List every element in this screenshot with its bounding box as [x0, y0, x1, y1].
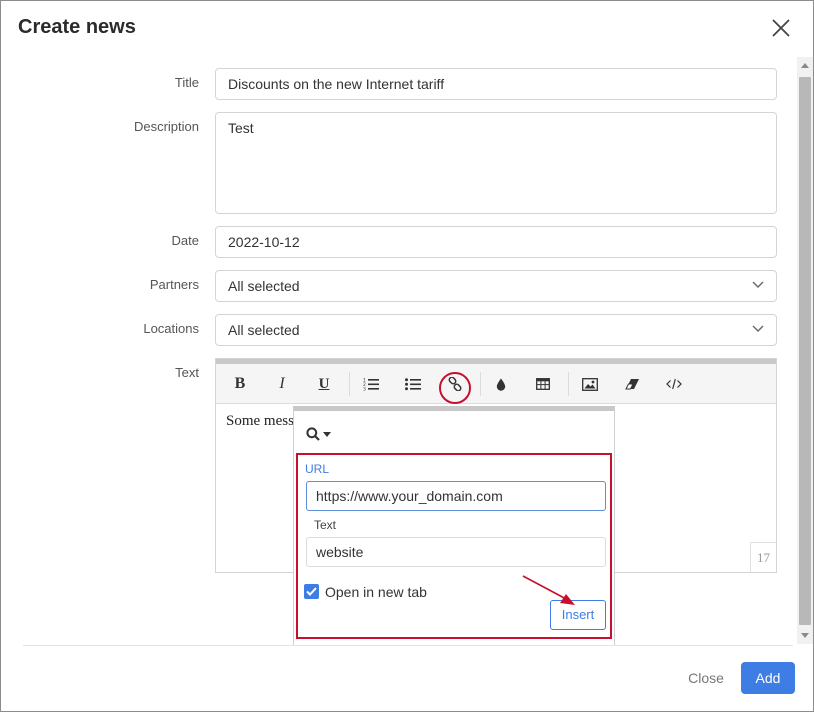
title-label: Title — [174, 75, 199, 90]
image-icon[interactable] — [578, 373, 602, 395]
editor-toolbar: B I U 123 — [216, 364, 776, 404]
description-textarea[interactable]: Test — [215, 112, 777, 214]
open-new-tab-checkbox[interactable] — [304, 584, 319, 599]
toolbar-divider — [349, 372, 350, 396]
bold-icon[interactable]: B — [228, 373, 252, 395]
link-search-dropdown[interactable] — [306, 427, 331, 441]
add-button[interactable]: Add — [741, 662, 795, 694]
title-input[interactable]: Discounts on the new Internet tariff — [215, 68, 777, 100]
partners-label: Partners — [149, 277, 199, 292]
locations-value: All selected — [228, 322, 300, 338]
partners-value: All selected — [228, 278, 300, 294]
svg-text:3: 3 — [363, 387, 366, 392]
dialog-title: Create news — [18, 16, 136, 38]
link-text-label: Text — [314, 518, 337, 532]
scrollbar[interactable] — [797, 57, 813, 644]
char-counter: 17 — [750, 542, 776, 572]
open-new-tab-label: Open in new tab — [325, 584, 427, 600]
insert-button[interactable]: Insert — [550, 600, 606, 630]
italic-icon[interactable]: I — [270, 373, 294, 395]
scroll-thumb[interactable] — [799, 77, 811, 625]
link-popup: URL https://www.your_domain.com Text web… — [293, 406, 615, 646]
close-button[interactable]: Close — [679, 662, 733, 694]
create-news-dialog: Create news Title Discounts on the new I… — [0, 0, 814, 712]
unordered-list-icon[interactable] — [401, 373, 425, 395]
link-text-input[interactable]: website — [306, 537, 606, 567]
ordered-list-icon[interactable]: 123 — [359, 373, 383, 395]
chevron-down-icon — [752, 325, 764, 332]
description-label: Description — [133, 119, 199, 134]
caret-down-icon — [323, 431, 331, 437]
eraser-icon[interactable] — [620, 373, 644, 395]
toolbar-divider — [480, 372, 481, 396]
url-label: URL — [305, 462, 330, 476]
search-icon — [306, 427, 320, 441]
checkmark-icon — [306, 587, 317, 596]
underline-icon[interactable]: U — [312, 373, 336, 395]
table-icon[interactable] — [531, 373, 555, 395]
close-icon[interactable] — [768, 15, 794, 41]
color-drop-icon[interactable] — [489, 373, 513, 395]
toolbar-divider — [568, 372, 569, 396]
locations-select[interactable]: All selected — [215, 314, 777, 346]
date-input[interactable]: 2022-10-12 — [215, 226, 777, 258]
url-input[interactable]: https://www.your_domain.com — [306, 481, 606, 511]
locations-label: Locations — [143, 321, 199, 336]
partners-select[interactable]: All selected — [215, 270, 777, 302]
chevron-down-icon — [752, 281, 764, 288]
editor-content[interactable]: Some message — [226, 413, 294, 430]
scroll-up-icon[interactable] — [801, 63, 809, 68]
code-view-icon[interactable] — [662, 373, 686, 395]
link-form-highlight: URL https://www.your_domain.com Text web… — [296, 453, 612, 639]
text-label: Text — [175, 365, 199, 380]
link-icon[interactable] — [443, 373, 467, 395]
scroll-down-icon[interactable] — [801, 633, 809, 638]
date-label: Date — [171, 233, 199, 248]
footer-divider — [23, 645, 793, 646]
